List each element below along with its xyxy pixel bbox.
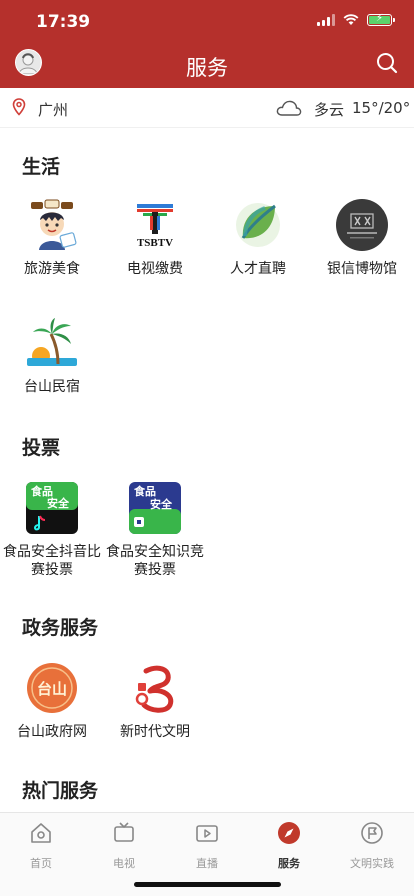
section-title-vote: 投票	[22, 437, 61, 459]
tab-label: 文明实践	[350, 857, 394, 870]
tab-tv[interactable]: 电视	[83, 821, 165, 871]
service-label: 电视缴费	[127, 261, 183, 277]
service-label: 旅游美食	[24, 261, 80, 277]
section-title-hot: 热门服务	[22, 780, 99, 802]
svg-text:食品: 食品	[134, 484, 156, 498]
museum-icon	[335, 198, 389, 252]
home-icon	[31, 823, 51, 843]
leaf-icon	[231, 198, 285, 252]
service-label: 新时代文明	[120, 724, 190, 740]
signal-icon	[317, 14, 335, 26]
travel-food-icon	[25, 198, 79, 252]
svg-text:安全: 安全	[47, 496, 70, 510]
page-title: 服务	[186, 56, 228, 80]
location-weather-bar: 广州 多云 15°/20°	[0, 88, 414, 128]
new-era-civilization-icon	[128, 661, 182, 715]
svg-text:安全: 安全	[150, 497, 173, 511]
battery-icon: ⚡	[367, 13, 395, 26]
service-taishan-homestay[interactable]: 台山民宿	[0, 316, 104, 396]
service-food-safety-douyin-vote[interactable]: 食品 安全 食品安全抖音比赛投票	[0, 481, 104, 579]
weather-condition: 多云	[314, 101, 345, 119]
food-safety-tiktok-icon: 食品 安全	[25, 481, 79, 535]
tsbtv-logo-icon: TSBTV	[128, 198, 182, 252]
compass-icon	[278, 822, 300, 844]
tab-label: 首页	[30, 857, 52, 870]
app-header: 17:39 ⚡ 服务	[0, 0, 414, 88]
tsbtv-text: TSBTV	[137, 237, 173, 249]
live-video-icon	[196, 825, 218, 842]
service-travel-food[interactable]: 旅游美食	[0, 198, 104, 278]
service-yinxin-museum[interactable]: 银信博物馆	[310, 198, 414, 278]
tab-civilization-practice[interactable]: 文明实践	[331, 821, 413, 871]
tab-home[interactable]: 首页	[0, 821, 82, 871]
service-label: 食品安全抖音比赛投票	[3, 544, 101, 578]
service-label: 食品安全知识竞赛投票	[106, 544, 204, 578]
status-time: 17:39	[36, 12, 91, 32]
service-label: 台山民宿	[24, 379, 80, 395]
temperature-range: 15°/20°	[352, 99, 411, 117]
service-new-era-civilization[interactable]: 新时代文明	[103, 661, 207, 741]
tv-icon	[114, 822, 134, 842]
status-icons: ⚡	[317, 13, 395, 26]
food-safety-quiz-icon: 食品 安全	[128, 481, 182, 535]
tab-label: 直播	[196, 857, 218, 870]
flag-circle-icon	[361, 822, 383, 844]
svg-text:台山: 台山	[37, 680, 67, 698]
wifi-icon	[343, 14, 359, 25]
palm-beach-icon	[25, 316, 79, 370]
tab-label: 服务	[278, 857, 300, 870]
city-label[interactable]: 广州	[38, 99, 68, 120]
service-tv-payment[interactable]: TSBTV 电视缴费	[103, 198, 207, 278]
section-title-gov: 政务服务	[22, 617, 99, 639]
service-label: 银信博物馆	[327, 261, 397, 277]
location-pin-icon[interactable]	[12, 98, 26, 116]
svg-text:食品: 食品	[31, 484, 53, 498]
taishan-gov-icon: 台山	[25, 661, 79, 715]
tab-live[interactable]: 直播	[166, 821, 248, 871]
service-taishan-gov[interactable]: 台山 台山政府网	[0, 661, 104, 741]
section-title-life: 生活	[22, 156, 61, 178]
search-icon[interactable]	[376, 52, 398, 74]
cloud-icon	[276, 100, 302, 116]
service-talent-recruitment[interactable]: 人才直聘	[206, 198, 310, 278]
tab-services[interactable]: 服务	[248, 821, 330, 871]
service-food-safety-quiz-vote[interactable]: 食品 安全 食品安全知识竞赛投票	[103, 481, 207, 579]
service-label: 台山政府网	[17, 724, 87, 740]
home-indicator	[134, 882, 281, 887]
tab-label: 电视	[113, 857, 135, 870]
service-label: 人才直聘	[230, 261, 286, 277]
